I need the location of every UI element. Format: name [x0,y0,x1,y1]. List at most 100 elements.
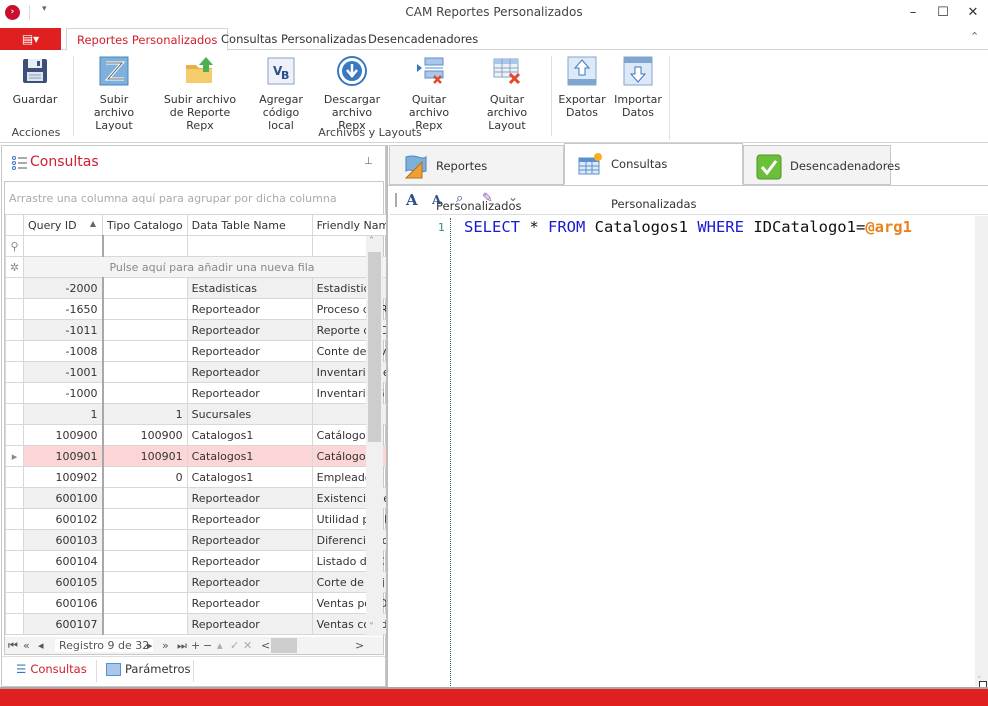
row-indicator[interactable] [5,403,24,425]
table-row[interactable]: 100902 0 Catalogos1 Empleados [5,466,401,488]
scrollbar-thumb[interactable] [368,252,381,442]
table-row[interactable]: -1011 Reporteador Reporte de D [5,319,401,341]
editor-vertical-scrollbar[interactable] [975,216,988,686]
quitar-layout-button[interactable]: Quitar archivo Layout [470,55,544,132]
subir-layout-button[interactable]: Subir archivo Layout [80,55,148,132]
cell-tipo-catalogo[interactable] [102,592,188,614]
end-edit-button[interactable]: ✓ [230,639,239,652]
scroll-left-button[interactable]: < [261,639,270,652]
maximize-button[interactable]: ☐ [928,2,958,24]
cell-query-id[interactable]: -2000 [23,277,104,299]
cell-data-table-name[interactable]: Sucursales [186,403,313,425]
cell-tipo-catalogo[interactable] [102,571,188,593]
cell-data-table-name[interactable]: Estadisticas [186,277,313,299]
find-binoculars-icon[interactable]: ⌕ [456,191,463,206]
cell-data-table-name[interactable]: Reporteador [186,508,313,530]
table-row[interactable]: ▸ 100901 100901 Catalogos1 Catálogo de [5,445,401,467]
table-row[interactable]: -1001 Reporteador Inventario de [5,361,401,383]
cell-query-id[interactable]: -1650 [23,298,104,320]
filter-cell[interactable] [23,235,104,257]
table-row[interactable]: -1650 Reporteador Proceso de R [5,298,401,320]
cell-data-table-name[interactable]: Reporteador [186,529,313,551]
cell-data-table-name[interactable]: Reporteador [186,487,313,509]
increase-font-icon[interactable]: A [406,191,418,209]
new-row[interactable]: ✲ Pulse aquí para añadir una nueva fila [5,256,401,278]
cell-query-id[interactable]: 600104 [23,550,104,572]
cell-data-table-name[interactable]: Catalogos1 [186,466,313,488]
bottom-tab-consultas[interactable]: ☰ Consultas [16,662,87,676]
table-row[interactable]: -2000 Estadisticas Estadisticas [5,277,401,299]
subir-repx-button[interactable]: Subir archivo de Reporte Repx [155,55,245,132]
cell-data-table-name[interactable]: Reporteador [186,319,313,341]
cell-data-table-name[interactable]: Reporteador [186,550,313,572]
format-edit-icon[interactable]: ✎ [482,191,493,206]
row-indicator[interactable] [5,361,24,383]
cell-query-id[interactable]: 1 [23,403,104,425]
filter-row[interactable]: ⚲ [5,235,401,257]
filter-cell[interactable] [102,235,188,257]
cell-tipo-catalogo[interactable] [102,550,188,572]
row-indicator[interactable] [5,592,24,614]
doc-tab-desencadenadores[interactable]: Desencadenadores [743,145,900,185]
decrease-font-icon[interactable]: A [432,193,441,207]
scroll-down-icon[interactable]: ˅ [369,622,374,633]
cell-query-id[interactable]: 600103 [23,529,104,551]
cell-tipo-catalogo[interactable]: 1 [102,403,188,425]
cell-tipo-catalogo[interactable] [102,529,188,551]
row-focus-indicator[interactable]: ▸ [5,445,24,467]
next-page-button[interactable]: » [162,639,169,652]
ribbon-tab-reportes[interactable]: Reportes Personalizados [66,28,229,51]
guardar-button[interactable]: Guardar [10,55,60,106]
sql-editor[interactable] [390,216,988,686]
table-row[interactable]: 600107 Reporteador Ventas con d [5,613,401,635]
row-indicator[interactable] [5,508,24,530]
table-row[interactable]: 600106 Reporteador Ventas por D [5,592,401,614]
table-row[interactable]: 600104 Reporteador Listado de C [5,550,401,572]
doc-tab-consultas[interactable]: Consultas Personalizadas [564,143,743,211]
row-indicator[interactable] [5,529,24,551]
cell-tipo-catalogo[interactable]: 100901 [102,445,188,467]
cell-data-table-name[interactable]: Reporteador [186,613,313,635]
cell-query-id[interactable]: 100902 [23,466,104,488]
cell-query-id[interactable]: 100901 [23,445,104,467]
row-indicator[interactable] [5,298,24,320]
table-row[interactable]: 100900 100900 Catalogos1 Catálogo de [5,424,401,446]
table-row[interactable]: 600100 Reporteador Existencia de [5,487,401,509]
table-row[interactable]: 600105 Reporteador Corte de Caj [5,571,401,593]
cell-query-id[interactable]: 600105 [23,571,104,593]
column-header-query-id[interactable]: Query ID ▲ [23,214,103,236]
first-record-button[interactable]: ⏮ [8,639,18,653]
row-indicator[interactable] [5,277,24,299]
cell-data-table-name[interactable]: Reporteador [186,298,313,320]
row-indicator[interactable] [5,340,24,362]
cell-tipo-catalogo[interactable] [102,487,188,509]
cell-data-table-name[interactable]: Reporteador [186,340,313,362]
toolbar-grip[interactable] [395,193,397,207]
table-row[interactable]: 1 1 Sucursales [5,403,401,425]
cell-tipo-catalogo[interactable] [102,277,188,299]
ribbon-tab-desencadenadores[interactable]: Desencadenadores [358,28,488,51]
cell-tipo-catalogo[interactable] [102,613,188,635]
descargar-repx-button[interactable]: Descargar archivo Repx [318,55,386,132]
prev-page-button[interactable]: « [23,639,30,652]
cell-query-id[interactable]: 600106 [23,592,104,614]
edit-button[interactable]: ▴ [217,639,223,652]
cell-tipo-catalogo[interactable] [102,340,188,362]
cell-query-id[interactable]: 100900 [23,424,104,446]
ribbon-tab-consultas[interactable]: Consultas Personalizadas [211,28,377,51]
cell-data-table-name[interactable]: Reporteador [186,361,313,383]
sql-code-line[interactable]: SELECT * FROM Catalogos1 WHERE IDCatalog… [464,218,912,236]
cell-tipo-catalogo[interactable] [102,298,188,320]
cell-tipo-catalogo[interactable] [102,508,188,530]
cell-tipo-catalogo[interactable]: 100900 [102,424,188,446]
cell-query-id[interactable]: -1000 [23,382,104,404]
cell-data-table-name[interactable]: Reporteador [186,382,313,404]
cell-tipo-catalogo[interactable] [102,361,188,383]
table-row[interactable]: 600102 Reporteador Utilidad por F [5,508,401,530]
row-indicator[interactable] [5,613,24,635]
quitar-repx-button[interactable]: Quitar archivo Repx [396,55,462,132]
cell-query-id[interactable]: -1001 [23,361,104,383]
cell-query-id[interactable]: -1011 [23,319,104,341]
column-header-tipo-catalogo[interactable]: Tipo Catalogo [102,214,188,236]
cancel-edit-button[interactable]: ✕ [243,639,252,652]
